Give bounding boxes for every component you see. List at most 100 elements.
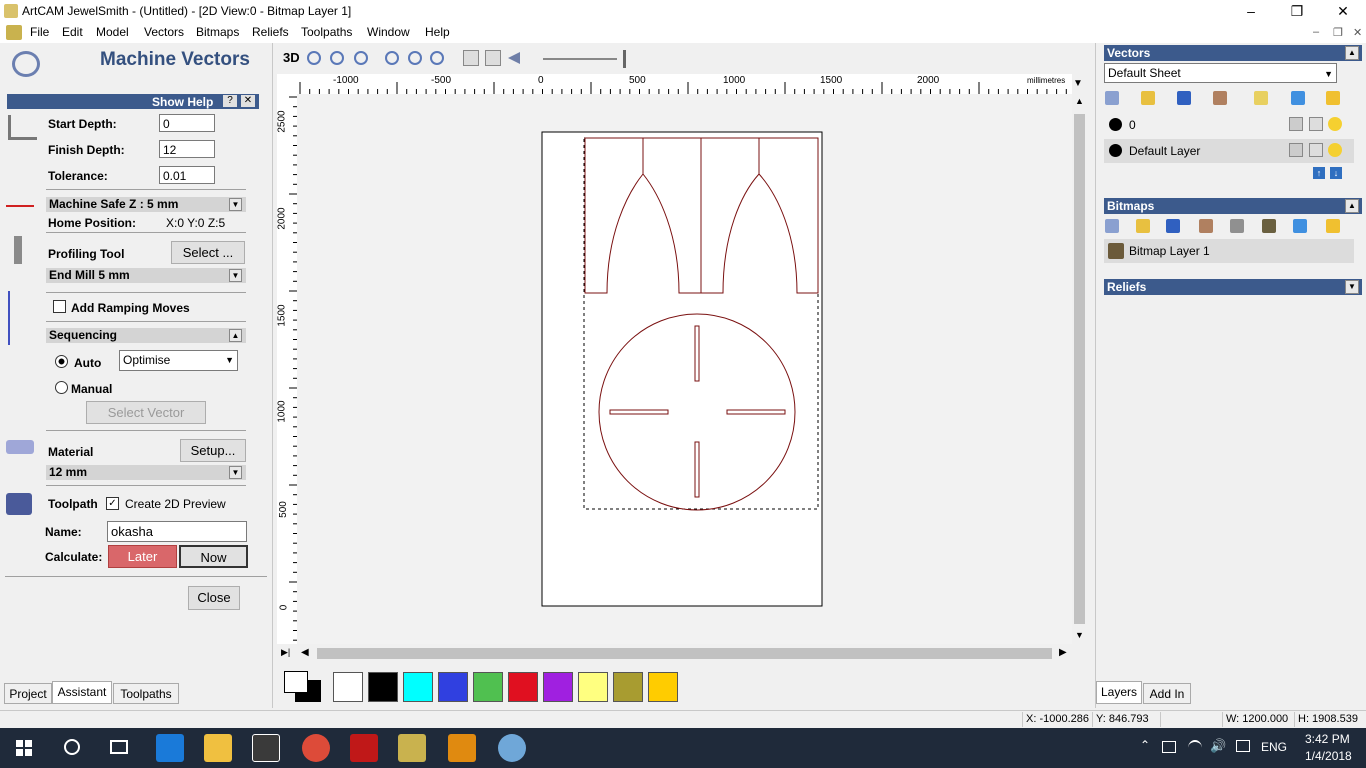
zoom-extents-icon[interactable] <box>385 51 399 65</box>
chevron-up-icon[interactable]: ⌃ <box>1140 738 1150 752</box>
horizontal-scrollbar[interactable]: ◀ ▶ <box>297 646 1072 661</box>
mdi-restore-icon[interactable]: ❐ <box>1333 26 1343 39</box>
layer-light-icon[interactable] <box>1254 91 1268 105</box>
store-icon[interactable] <box>252 734 280 762</box>
chevron-down-icon[interactable]: ▼ <box>229 269 242 282</box>
bitmap-row[interactable]: Bitmap Layer 1 <box>1104 239 1354 263</box>
start-icon[interactable] <box>16 740 32 756</box>
app-red-icon[interactable] <box>350 734 378 762</box>
show-help-link[interactable]: Show Help <box>152 95 213 109</box>
open-layer-icon[interactable] <box>1141 91 1155 105</box>
save-bitmap-icon[interactable] <box>1166 219 1180 233</box>
layer-row[interactable]: Default Layer <box>1104 139 1354 163</box>
scroll-right-button[interactable]: ▶| <box>281 647 290 658</box>
file-explorer-icon[interactable] <box>204 734 232 762</box>
scroll-down-icon[interactable]: ▼ <box>1075 630 1084 640</box>
chevron-down-icon[interactable]: ▼ <box>225 351 234 369</box>
tool-bar[interactable]: End Mill 5 mm ▼ <box>46 268 246 283</box>
finish-depth-input[interactable]: 12 <box>159 140 215 158</box>
menu-window[interactable]: Window <box>367 25 410 39</box>
volume-icon[interactable]: 🔊 <box>1210 738 1226 754</box>
tab-add-in[interactable]: Add In <box>1143 683 1191 704</box>
task-view-icon[interactable] <box>110 740 128 754</box>
scroll-up-icon[interactable]: ▲ <box>1075 96 1084 106</box>
chevron-up-icon[interactable]: ▲ <box>229 329 242 342</box>
save-layer-icon[interactable] <box>1177 91 1191 105</box>
expand-icon[interactable]: ▼ <box>1345 280 1359 294</box>
bitmap-visibility-icon[interactable] <box>1326 219 1340 233</box>
edge-icon[interactable] <box>156 734 184 762</box>
now-button[interactable]: Now <box>179 545 248 568</box>
grid-icon[interactable] <box>485 50 501 66</box>
design-canvas[interactable] <box>297 94 1072 644</box>
swatch-black[interactable] <box>368 672 398 702</box>
edit-icon[interactable] <box>1309 143 1323 157</box>
ruler-dropdown-icon[interactable]: ▼ <box>1073 78 1083 89</box>
menu-file[interactable]: File <box>30 25 49 39</box>
action-center-icon[interactable] <box>1236 740 1250 752</box>
material-bar[interactable]: 12 mm ▼ <box>46 465 246 480</box>
scroll-left-icon[interactable]: ◀ <box>301 647 309 658</box>
chrome-icon[interactable] <box>302 734 330 762</box>
collapse-icon[interactable]: ▲ <box>1345 199 1359 213</box>
close-button[interactable]: ✕ <box>1320 0 1366 23</box>
sequencing-bar[interactable]: Sequencing ▲ <box>46 328 246 343</box>
collapse-icon[interactable]: ▲ <box>1345 46 1359 60</box>
menu-toolpaths[interactable]: Toolpaths <box>301 25 352 39</box>
help-question-button[interactable]: ? <box>223 95 237 107</box>
contrast-slider[interactable] <box>543 58 617 60</box>
menu-edit[interactable]: Edit <box>62 25 83 39</box>
paint-icon[interactable] <box>498 734 526 762</box>
light-bulb-icon[interactable] <box>1328 143 1342 157</box>
move-layer-down-icon[interactable]: ↓ <box>1330 167 1342 179</box>
swatch-light-yellow[interactable] <box>578 672 608 702</box>
menu-help[interactable]: Help <box>425 25 450 39</box>
search-icon[interactable] <box>64 739 80 755</box>
swatch-blue[interactable] <box>438 672 468 702</box>
swatch-cyan[interactable] <box>403 672 433 702</box>
auto-radio[interactable] <box>55 355 68 368</box>
menu-model[interactable]: Model <box>96 25 129 39</box>
layer-row[interactable]: 0 <box>1104 114 1354 136</box>
help-close-button[interactable]: ✕ <box>241 95 255 107</box>
zoom-window-icon[interactable] <box>354 51 368 65</box>
scroll-right-icon[interactable]: ▶ <box>1059 647 1067 658</box>
chevron-down-icon[interactable]: ▼ <box>1324 65 1333 83</box>
layer-visibility-icon[interactable] <box>1326 91 1340 105</box>
ramping-checkbox[interactable] <box>53 300 66 313</box>
mdi-close-icon[interactable]: ✕ <box>1353 26 1362 39</box>
new-bitmap-icon[interactable] <box>1105 219 1119 233</box>
tolerance-input[interactable]: 0.01 <box>159 166 215 184</box>
artcam-icon[interactable] <box>398 734 426 762</box>
view-3d-button[interactable]: 3D <box>283 50 300 65</box>
outlook-icon[interactable] <box>448 734 476 762</box>
tab-layers[interactable]: Layers <box>1096 681 1142 704</box>
setup-button[interactable]: Setup... <box>180 439 246 462</box>
swatch-white[interactable] <box>333 672 363 702</box>
wifi-icon[interactable] <box>1188 740 1202 756</box>
mdi-minimize-icon[interactable]: – <box>1313 26 1319 38</box>
maximize-button[interactable]: ❐ <box>1274 0 1320 23</box>
menu-vectors[interactable]: Vectors <box>144 25 184 39</box>
scroll-thumb[interactable] <box>317 648 1052 659</box>
preview-checkbox[interactable]: ✓ <box>106 497 119 510</box>
lock-icon[interactable] <box>1289 117 1303 131</box>
zoom-in-icon[interactable] <box>307 51 321 65</box>
sequencing-select[interactable]: Optimise ▼ <box>119 350 238 371</box>
edit-icon[interactable] <box>1309 117 1323 131</box>
select-vector-button[interactable]: Select Vector <box>86 401 206 424</box>
bitmap-tool-icon[interactable] <box>1199 219 1213 233</box>
snap-icon[interactable] <box>463 50 479 66</box>
tab-project[interactable]: Project <box>4 683 52 704</box>
layer-color-icon[interactable] <box>1109 118 1122 131</box>
clock-date[interactable]: 1/4/2018 <box>1305 749 1352 763</box>
bitmap-gray-icon[interactable] <box>1230 219 1244 233</box>
swatch-gold[interactable] <box>648 672 678 702</box>
sheet-select[interactable]: Default Sheet ▼ <box>1104 63 1337 83</box>
fg-bg-color-icon[interactable] <box>283 670 323 704</box>
layer-tool-icon[interactable] <box>1213 91 1227 105</box>
tab-assistant[interactable]: Assistant <box>52 681 112 704</box>
swatch-olive[interactable] <box>613 672 643 702</box>
name-input[interactable]: okasha <box>107 521 247 542</box>
zoom-previous-icon[interactable] <box>408 51 422 65</box>
